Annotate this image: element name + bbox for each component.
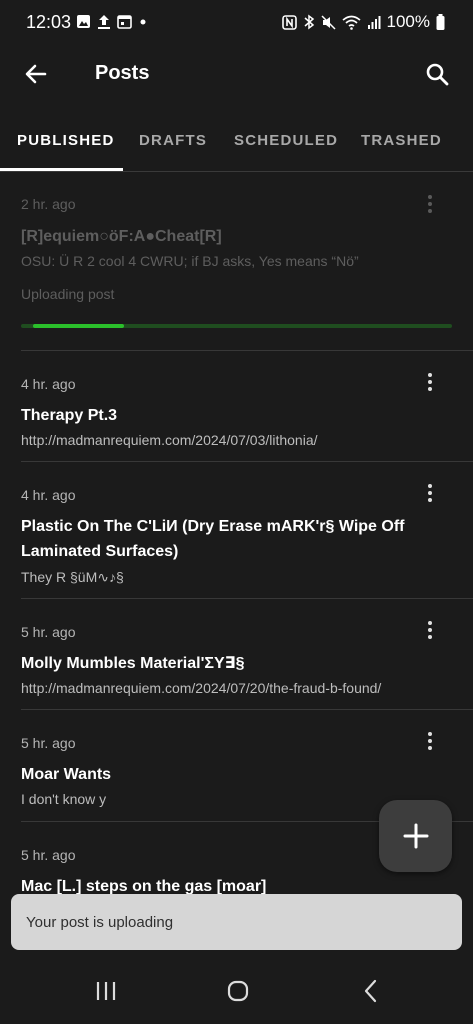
search-icon: [426, 63, 449, 86]
search-button[interactable]: [419, 56, 455, 92]
post-title: [R]equiem○öF:A●Cheat[R]: [21, 228, 222, 245]
status-time: 12:03: [26, 12, 72, 32]
post-item-uploading[interactable]: 2 hr. ago [R]equiem○öF:A●Cheat[R] OSU: Ü…: [21, 190, 452, 340]
more-dot: [428, 732, 432, 736]
recent-apps-icon: [96, 982, 116, 1000]
new-post-fab[interactable]: [379, 800, 452, 872]
mute-icon: [320, 14, 336, 30]
post-time: 5 hr. ago: [21, 847, 76, 863]
post-subtitle: I don't know y: [21, 791, 107, 807]
tab-scheduled[interactable]: SCHEDULED: [234, 132, 338, 149]
upload-snackbar: Your post is uploading: [11, 894, 462, 950]
more-dot: [428, 621, 432, 625]
app-bar: Posts: [0, 44, 473, 102]
upload-progress-fill: [33, 324, 124, 328]
post-more-button[interactable]: [420, 727, 440, 755]
more-dot: [428, 484, 432, 488]
calendar-icon: [117, 15, 132, 29]
plus-icon: [403, 823, 428, 849]
nfc-icon: [281, 14, 297, 30]
status-bar: 12:03 100%: [0, 0, 473, 44]
post-time: 4 hr. ago: [21, 487, 76, 503]
post-item[interactable]: 4 hr. ago Therapy Pt.3 http://madmanrequ…: [21, 362, 452, 458]
dot-icon: [140, 19, 146, 25]
more-dot: [428, 209, 432, 213]
post-time: 2 hr. ago: [21, 196, 76, 212]
post-subtitle: OSU: Ü R 2 cool 4 CWRU; if BJ asks, Yes …: [21, 253, 359, 269]
more-dot: [428, 387, 432, 391]
bluetooth-icon: [304, 14, 314, 30]
recent-apps-button[interactable]: [86, 976, 126, 1006]
page-title: Posts: [95, 62, 150, 84]
divider: [21, 461, 473, 462]
tab-drafts[interactable]: DRAFTS: [139, 132, 207, 149]
post-more-button[interactable]: [420, 479, 440, 507]
post-subtitle: http://madmanrequiem.com/2024/07/20/the-…: [21, 680, 382, 696]
more-dot: [428, 628, 432, 632]
home-button[interactable]: [218, 976, 258, 1006]
post-status-tabs: PUBLISHED DRAFTS SCHEDULED TRASHED: [0, 118, 473, 172]
screen: 12:03 100% Posts PUBLISHED DRAFTS SCHEDU…: [0, 0, 473, 1024]
upload-status: Uploading post: [21, 286, 115, 302]
image-icon: [77, 15, 90, 28]
back-arrow-icon: [25, 64, 47, 84]
more-dot: [428, 739, 432, 743]
more-dot: [428, 746, 432, 750]
nav-back-button[interactable]: [351, 976, 391, 1006]
post-more-button[interactable]: [420, 190, 440, 218]
nav-back-icon: [364, 979, 377, 1003]
post-more-button[interactable]: [420, 368, 440, 396]
status-left-icons: [76, 14, 148, 29]
post-time: 4 hr. ago: [21, 376, 76, 392]
snackbar-message: Your post is uploading: [26, 914, 174, 931]
post-title: Moar Wants: [21, 766, 112, 783]
battery-icon: [436, 14, 445, 30]
post-item[interactable]: 5 hr. ago Molly Mumbles Material'ΣΥ∃§ ht…: [21, 610, 452, 706]
more-dot: [428, 202, 432, 206]
more-dot: [428, 380, 432, 384]
post-time: 5 hr. ago: [21, 624, 76, 640]
upload-progress-bar: [21, 324, 452, 328]
more-dot: [428, 491, 432, 495]
post-time: 5 hr. ago: [21, 735, 76, 751]
status-right-icons: 100%: [281, 12, 445, 32]
post-title-line-2: Laminated Surfaces): [21, 543, 179, 560]
post-title: Molly Mumbles Material'ΣΥ∃§: [21, 655, 245, 672]
wifi-icon: [341, 15, 361, 30]
divider: [21, 598, 473, 599]
active-tab-indicator: [0, 168, 123, 171]
upload-icon: [98, 15, 110, 29]
post-title-line-1: Plastic On The C'LiИ (Dry Erase mARK'r§ …: [21, 518, 405, 535]
tab-trashed[interactable]: TRASHED: [361, 132, 442, 149]
post-subtitle: http://madmanrequiem.com/2024/07/03/lith…: [21, 432, 318, 448]
signal-icon: [367, 15, 381, 29]
post-more-button[interactable]: [420, 616, 440, 644]
system-nav-bar: [0, 952, 473, 1024]
home-icon: [227, 980, 249, 1002]
battery-percent: 100%: [386, 12, 430, 31]
back-button[interactable]: [18, 56, 54, 92]
divider: [21, 709, 473, 710]
more-dot: [428, 498, 432, 502]
tab-published[interactable]: PUBLISHED: [17, 132, 114, 149]
more-dot: [428, 195, 432, 199]
more-dot: [428, 635, 432, 639]
post-title: Therapy Pt.3: [21, 407, 118, 424]
divider: [21, 350, 473, 351]
post-subtitle: They R §üM∿♪§: [21, 569, 124, 585]
post-item[interactable]: 4 hr. ago Plastic On The C'LiИ (Dry Eras…: [21, 473, 452, 595]
more-dot: [428, 373, 432, 377]
